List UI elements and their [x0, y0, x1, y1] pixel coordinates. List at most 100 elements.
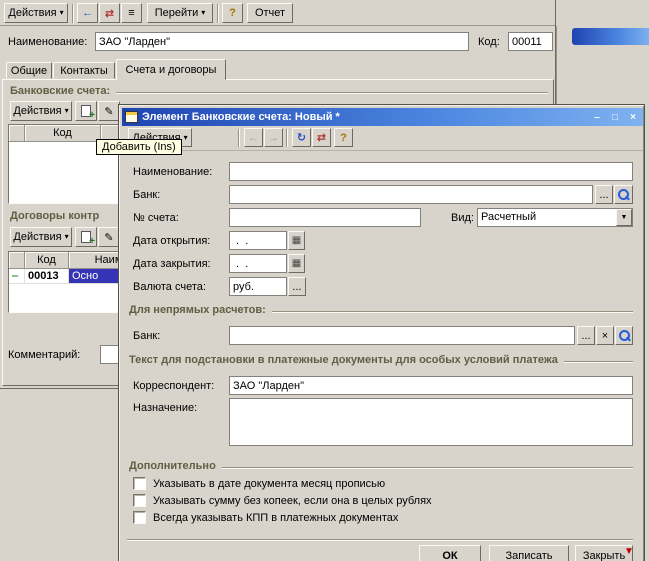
edit-icon: ✎ — [104, 231, 113, 244]
bank-open-button[interactable] — [614, 185, 633, 204]
currency-input[interactable] — [229, 277, 287, 296]
scroll-down-indicator-icon: ▼ — [624, 546, 634, 557]
dialog-help-button[interactable]: ? — [334, 128, 353, 147]
ok-label: ОК — [442, 550, 457, 561]
minimize-icon[interactable]: – — [590, 112, 604, 123]
always-kpp-checkbox[interactable] — [133, 511, 146, 524]
indirect-bank-open-button[interactable] — [615, 326, 633, 345]
toolbar-separator — [217, 4, 219, 23]
close-date-calendar-button[interactable]: ▦ — [288, 254, 305, 273]
accounts-col-code-header[interactable]: Код — [25, 125, 101, 142]
ok-button[interactable]: ОК — [419, 545, 481, 561]
tab-general[interactable]: Общие — [6, 62, 52, 79]
help-button[interactable]: ? — [222, 3, 243, 23]
tab-general-label: Общие — [11, 65, 47, 77]
dlg-close-date-label: Дата закрытия: — [133, 258, 211, 270]
magnifier-icon — [617, 188, 630, 201]
extra-header-label: Дополнительно — [129, 460, 216, 472]
section-rule — [222, 467, 633, 469]
dialog-reread-button[interactable]: ↻ — [292, 128, 311, 147]
dlg-currency-label: Валюта счета: — [133, 281, 206, 293]
help-icon: ? — [229, 7, 236, 19]
dialog-titlebar[interactable]: Элемент Банковские счета: Новый * – □ × — [122, 108, 643, 126]
kind-value: Расчетный — [481, 211, 536, 223]
name-input[interactable] — [95, 32, 469, 51]
open-date-calendar-button[interactable]: ▦ — [288, 231, 305, 250]
forward-icon: → — [268, 132, 279, 144]
dlg-account-input[interactable] — [229, 208, 421, 227]
indirect-bank-label: Банк: — [133, 330, 160, 342]
purpose-textarea[interactable] — [229, 398, 633, 446]
dropdown-arrow-icon: ▾ — [184, 134, 188, 142]
add-icon: + — [81, 231, 91, 243]
dialog-structure-button[interactable]: ⇄ — [312, 128, 331, 147]
reread-icon: ↻ — [297, 131, 306, 144]
purpose-label: Назначение: — [133, 402, 197, 414]
tab-accounts-contracts[interactable]: Счета и договоры — [116, 59, 226, 80]
accounts-edit-button[interactable]: ✎ — [98, 101, 120, 121]
always-kpp-label: Всегда указывать КПП в платежных докумен… — [153, 512, 398, 524]
plus-icon: + — [89, 111, 95, 121]
close-label: Закрыть — [583, 550, 625, 561]
kind-combobox[interactable]: Расчетный — [477, 208, 633, 227]
extra-section-header: Дополнительно — [129, 460, 633, 472]
maximize-icon[interactable]: □ — [608, 112, 622, 123]
list-button[interactable]: ≡ — [121, 3, 142, 23]
bank-account-dialog: Элемент Банковские счета: Новый * – □ × … — [118, 104, 645, 561]
dlg-bank-input[interactable] — [229, 185, 593, 204]
dlg-name-input[interactable] — [229, 162, 633, 181]
bank-choose-button[interactable]: ... — [595, 185, 613, 204]
accounts-add-button[interactable]: + — [75, 101, 97, 121]
indirect-bank-choose-button[interactable]: ... — [577, 326, 595, 345]
sum-without-kopeks-label: Указывать сумму без копеек, если она в ц… — [153, 495, 432, 507]
close-icon[interactable]: × — [626, 112, 640, 123]
screen: Действия ▾ ← ⇄ ≡ Перейти ▾ ? Отчет Наиме… — [0, 0, 649, 561]
toolbar-separator — [238, 129, 240, 147]
indirect-header-label: Для непрямых расчетов: — [129, 304, 266, 316]
plus-icon: + — [89, 237, 95, 247]
list-icon: ≡ — [128, 7, 134, 19]
contracts-col-icon-header[interactable] — [9, 252, 25, 269]
edit-icon: ✎ — [104, 105, 113, 118]
name-label: Наименование: — [8, 36, 87, 48]
contracts-col-code-header[interactable]: Код — [25, 252, 69, 269]
dialog-forward-button[interactable]: → — [264, 128, 283, 147]
report-button[interactable]: Отчет — [247, 3, 293, 23]
contract-row-code-cell[interactable]: 00013 — [25, 269, 69, 284]
kind-dropdown-button[interactable]: ▼ — [616, 209, 632, 226]
add-icon: + — [81, 105, 91, 117]
accounts-actions-button[interactable]: Действия ▾ — [10, 101, 72, 121]
reread-button[interactable]: ⇄ — [99, 3, 120, 23]
ellipsis-icon: ... — [581, 330, 590, 342]
back-button[interactable]: ← — [77, 3, 98, 23]
indirect-bank-input[interactable] — [229, 326, 575, 345]
dialog-back-button[interactable]: ← — [244, 128, 263, 147]
month-in-words-checkbox[interactable] — [133, 477, 146, 490]
form-icon — [125, 111, 138, 123]
contracts-actions-button[interactable]: Действия ▾ — [10, 227, 72, 247]
toolbar-separator — [286, 129, 288, 147]
currency-choose-button[interactable]: ... — [288, 277, 306, 296]
footer-divider — [127, 539, 633, 541]
contracts-edit-button[interactable]: ✎ — [98, 227, 120, 247]
section-rule — [272, 311, 633, 313]
dlg-open-date-label: Дата открытия: — [133, 235, 210, 247]
goto-menu-button[interactable]: Перейти ▾ — [147, 3, 213, 23]
substitution-header-label: Текст для подстановки в платежные докуме… — [129, 354, 558, 366]
code-input[interactable] — [508, 32, 553, 51]
actions-menu-button[interactable]: Действия ▾ — [4, 3, 68, 23]
sum-without-kopeks-checkbox[interactable] — [133, 494, 146, 507]
dropdown-arrow-icon: ▾ — [60, 9, 64, 17]
close-date-input[interactable] — [229, 254, 287, 273]
calendar-icon: ▦ — [292, 235, 301, 246]
open-date-input[interactable] — [229, 231, 287, 250]
report-label: Отчет — [255, 7, 285, 19]
contract-row-marker-cell[interactable]: ‒ — [9, 269, 25, 284]
tab-contacts[interactable]: Контакты — [53, 62, 115, 79]
indirect-bank-clear-button[interactable]: × — [596, 326, 614, 345]
accounts-col-icon-header[interactable] — [9, 125, 25, 142]
contracts-add-button[interactable]: + — [75, 227, 97, 247]
background-window-titlebar — [572, 28, 649, 45]
correspondent-input[interactable] — [229, 376, 633, 395]
save-button[interactable]: Записать — [489, 545, 569, 561]
